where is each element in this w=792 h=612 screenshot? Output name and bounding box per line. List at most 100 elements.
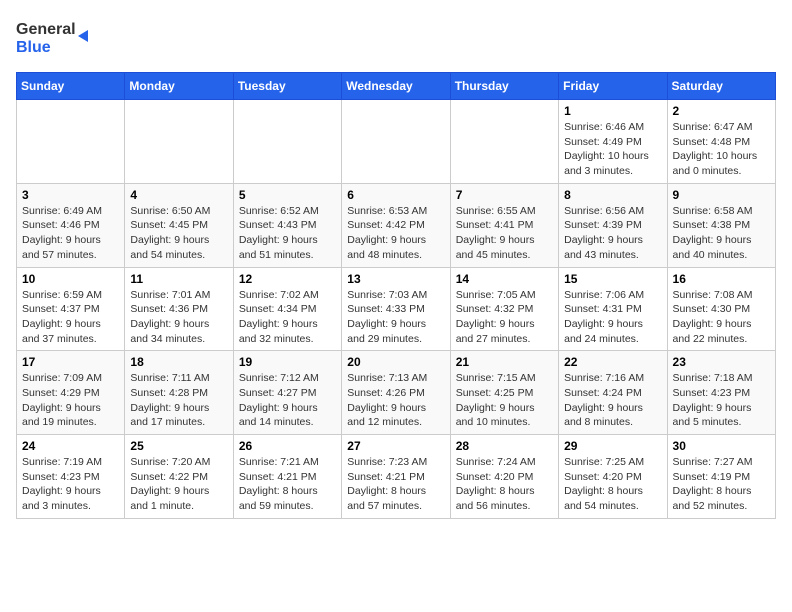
day-number: 6 <box>347 188 444 202</box>
calendar-cell: 23Sunrise: 7:18 AM Sunset: 4:23 PM Dayli… <box>667 351 775 435</box>
day-info: Sunrise: 7:11 AM Sunset: 4:28 PM Dayligh… <box>130 371 227 430</box>
day-info: Sunrise: 7:15 AM Sunset: 4:25 PM Dayligh… <box>456 371 553 430</box>
day-info: Sunrise: 6:49 AM Sunset: 4:46 PM Dayligh… <box>22 204 119 263</box>
calendar-cell: 21Sunrise: 7:15 AM Sunset: 4:25 PM Dayli… <box>450 351 558 435</box>
calendar-cell: 19Sunrise: 7:12 AM Sunset: 4:27 PM Dayli… <box>233 351 341 435</box>
day-info: Sunrise: 7:19 AM Sunset: 4:23 PM Dayligh… <box>22 455 119 514</box>
calendar-header-row: SundayMondayTuesdayWednesdayThursdayFrid… <box>17 73 776 100</box>
calendar-week-4: 17 Sunrise: 7:09 AM Sunset: 4:29 PM Dayli… <box>17 351 776 435</box>
page-header: GeneralBlue <box>16 16 776 60</box>
calendar-table: SundayMondayTuesdayWednesdayThursdayFrid… <box>16 72 776 519</box>
day-info: Sunrise: 7:21 AM Sunset: 4:21 PM Dayligh… <box>239 455 336 514</box>
calendar-cell: 28 Sunrise: 7:24 AM Sunset: 4:20 PM Dayli… <box>450 435 558 519</box>
day-number: 24 <box>22 439 119 453</box>
calendar-cell: 8Sunrise: 6:56 AM Sunset: 4:39 PM Daylig… <box>559 183 667 267</box>
day-info: Sunrise: 6:56 AM Sunset: 4:39 PM Dayligh… <box>564 204 661 263</box>
calendar-cell: 9 Sunrise: 6:58 AM Sunset: 4:38 PM Daylig… <box>667 183 775 267</box>
day-number: 15 <box>564 272 661 286</box>
day-info: Sunrise: 7:24 AM Sunset: 4:20 PM Dayligh… <box>456 455 553 514</box>
col-header-sunday: Sunday <box>17 73 125 100</box>
day-number: 5 <box>239 188 336 202</box>
day-number: 27 <box>347 439 444 453</box>
day-number: 12 <box>239 272 336 286</box>
day-info: Sunrise: 7:02 AM Sunset: 4:34 PM Dayligh… <box>239 288 336 347</box>
day-info: Sunrise: 7:23 AM Sunset: 4:21 PM Dayligh… <box>347 455 444 514</box>
calendar-cell: 26 Sunrise: 7:21 AM Sunset: 4:21 PM Dayli… <box>233 435 341 519</box>
col-header-friday: Friday <box>559 73 667 100</box>
day-info: Sunrise: 6:50 AM Sunset: 4:45 PM Dayligh… <box>130 204 227 263</box>
calendar-cell: 13 Sunrise: 7:03 AM Sunset: 4:33 PM Dayli… <box>342 267 450 351</box>
calendar-cell: 25 Sunrise: 7:20 AM Sunset: 4:22 PM Dayli… <box>125 435 233 519</box>
day-info: Sunrise: 7:06 AM Sunset: 4:31 PM Dayligh… <box>564 288 661 347</box>
calendar-cell: 1 Sunrise: 6:46 AM Sunset: 4:49 PM Daylig… <box>559 100 667 184</box>
calendar-cell: 22 Sunrise: 7:16 AM Sunset: 4:24 PM Dayli… <box>559 351 667 435</box>
day-info: Sunrise: 7:16 AM Sunset: 4:24 PM Dayligh… <box>564 371 661 430</box>
calendar-cell <box>125 100 233 184</box>
col-header-monday: Monday <box>125 73 233 100</box>
day-number: 28 <box>456 439 553 453</box>
day-number: 23 <box>673 355 770 369</box>
calendar-cell: 17 Sunrise: 7:09 AM Sunset: 4:29 PM Dayli… <box>17 351 125 435</box>
calendar-cell <box>450 100 558 184</box>
day-info: Sunrise: 7:03 AM Sunset: 4:33 PM Dayligh… <box>347 288 444 347</box>
day-info: Sunrise: 6:53 AM Sunset: 4:42 PM Dayligh… <box>347 204 444 263</box>
day-info: Sunrise: 6:55 AM Sunset: 4:41 PM Dayligh… <box>456 204 553 263</box>
day-number: 2 <box>673 104 770 118</box>
calendar-cell: 29 Sunrise: 7:25 AM Sunset: 4:20 PM Dayli… <box>559 435 667 519</box>
day-info: Sunrise: 6:58 AM Sunset: 4:38 PM Dayligh… <box>673 204 770 263</box>
day-info: Sunrise: 6:46 AM Sunset: 4:49 PM Dayligh… <box>564 120 661 179</box>
calendar-cell: 11 Sunrise: 7:01 AM Sunset: 4:36 PM Dayli… <box>125 267 233 351</box>
calendar-cell: 4 Sunrise: 6:50 AM Sunset: 4:45 PM Daylig… <box>125 183 233 267</box>
day-number: 20 <box>347 355 444 369</box>
day-number: 30 <box>673 439 770 453</box>
day-number: 22 <box>564 355 661 369</box>
day-info: Sunrise: 7:25 AM Sunset: 4:20 PM Dayligh… <box>564 455 661 514</box>
day-info: Sunrise: 7:05 AM Sunset: 4:32 PM Dayligh… <box>456 288 553 347</box>
day-info: Sunrise: 7:09 AM Sunset: 4:29 PM Dayligh… <box>22 371 119 430</box>
day-number: 29 <box>564 439 661 453</box>
day-info: Sunrise: 7:08 AM Sunset: 4:30 PM Dayligh… <box>673 288 770 347</box>
day-number: 13 <box>347 272 444 286</box>
day-number: 10 <box>22 272 119 286</box>
day-number: 17 <box>22 355 119 369</box>
day-number: 19 <box>239 355 336 369</box>
col-header-wednesday: Wednesday <box>342 73 450 100</box>
calendar-week-2: 3Sunrise: 6:49 AM Sunset: 4:46 PM Daylig… <box>17 183 776 267</box>
col-header-thursday: Thursday <box>450 73 558 100</box>
day-number: 1 <box>564 104 661 118</box>
svg-text:Blue: Blue <box>16 39 51 56</box>
day-number: 4 <box>130 188 227 202</box>
day-number: 11 <box>130 272 227 286</box>
day-info: Sunrise: 7:13 AM Sunset: 4:26 PM Dayligh… <box>347 371 444 430</box>
day-info: Sunrise: 6:52 AM Sunset: 4:43 PM Dayligh… <box>239 204 336 263</box>
calendar-cell: 7 Sunrise: 6:55 AM Sunset: 4:41 PM Daylig… <box>450 183 558 267</box>
calendar-cell <box>342 100 450 184</box>
calendar-week-5: 24 Sunrise: 7:19 AM Sunset: 4:23 PM Dayli… <box>17 435 776 519</box>
calendar-cell: 15 Sunrise: 7:06 AM Sunset: 4:31 PM Dayli… <box>559 267 667 351</box>
day-info: Sunrise: 6:59 AM Sunset: 4:37 PM Dayligh… <box>22 288 119 347</box>
calendar-cell: 18 Sunrise: 7:11 AM Sunset: 4:28 PM Dayli… <box>125 351 233 435</box>
day-info: Sunrise: 7:20 AM Sunset: 4:22 PM Dayligh… <box>130 455 227 514</box>
calendar-week-3: 10 Sunrise: 6:59 AM Sunset: 4:37 PM Dayli… <box>17 267 776 351</box>
calendar-cell: 14 Sunrise: 7:05 AM Sunset: 4:32 PM Dayli… <box>450 267 558 351</box>
day-number: 7 <box>456 188 553 202</box>
day-number: 16 <box>673 272 770 286</box>
calendar-cell <box>233 100 341 184</box>
day-number: 9 <box>673 188 770 202</box>
calendar-cell: 24 Sunrise: 7:19 AM Sunset: 4:23 PM Dayli… <box>17 435 125 519</box>
calendar-cell: 20 Sunrise: 7:13 AM Sunset: 4:26 PM Dayli… <box>342 351 450 435</box>
day-number: 26 <box>239 439 336 453</box>
day-number: 25 <box>130 439 227 453</box>
calendar-cell: 3Sunrise: 6:49 AM Sunset: 4:46 PM Daylig… <box>17 183 125 267</box>
calendar-cell: 2Sunrise: 6:47 AM Sunset: 4:48 PM Daylig… <box>667 100 775 184</box>
calendar-cell: 12 Sunrise: 7:02 AM Sunset: 4:34 PM Dayli… <box>233 267 341 351</box>
col-header-saturday: Saturday <box>667 73 775 100</box>
calendar-cell <box>17 100 125 184</box>
day-number: 18 <box>130 355 227 369</box>
day-number: 14 <box>456 272 553 286</box>
calendar-cell: 10 Sunrise: 6:59 AM Sunset: 4:37 PM Dayli… <box>17 267 125 351</box>
calendar-cell: 6 Sunrise: 6:53 AM Sunset: 4:42 PM Daylig… <box>342 183 450 267</box>
calendar-cell: 30Sunrise: 7:27 AM Sunset: 4:19 PM Dayli… <box>667 435 775 519</box>
calendar-week-1: 1 Sunrise: 6:46 AM Sunset: 4:49 PM Daylig… <box>17 100 776 184</box>
day-info: Sunrise: 7:01 AM Sunset: 4:36 PM Dayligh… <box>130 288 227 347</box>
